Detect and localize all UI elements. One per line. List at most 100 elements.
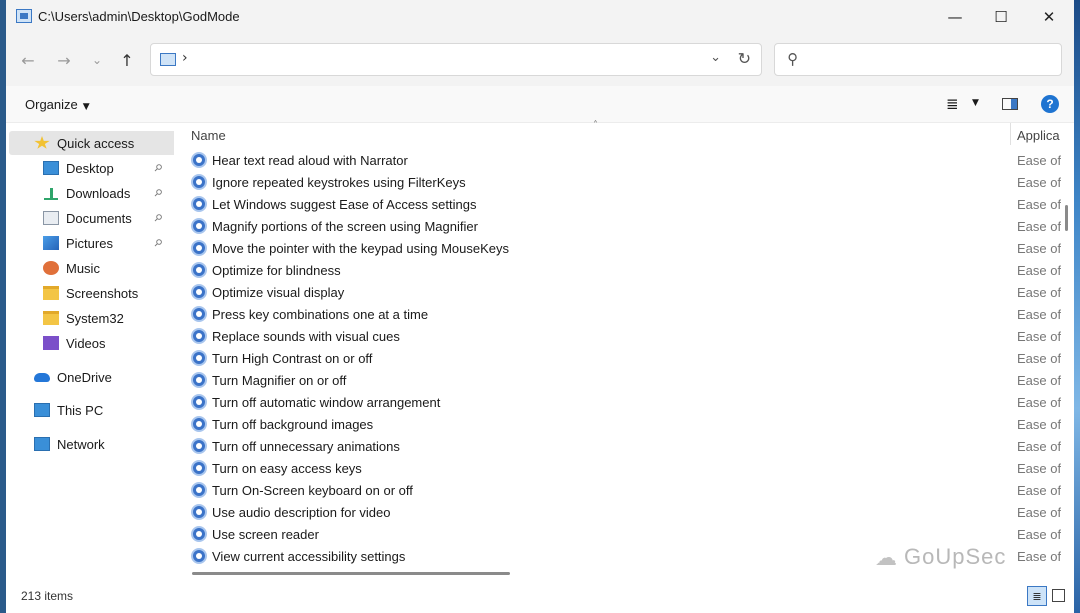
download-icon (43, 186, 59, 200)
row-application: Ease of (1017, 504, 1061, 520)
row-name: Turn Magnifier on or off (212, 372, 347, 388)
sidebar-item-this-pc[interactable]: This PC (34, 398, 170, 422)
vertical-scrollbar-thumb[interactable] (1065, 205, 1068, 231)
pin-icon: ⚲ (151, 211, 165, 225)
table-row[interactable]: Turn off unnecessary animations Ease of (191, 435, 1061, 457)
table-row[interactable]: Turn off automatic window arrangement Eas… (191, 391, 1061, 413)
forward-arrow-icon[interactable]: → (52, 48, 76, 72)
organize-label: Organize (25, 97, 78, 112)
sidebar-item-label: Quick access (57, 135, 135, 151)
large-icons-view-icon[interactable] (1052, 589, 1065, 602)
table-row[interactable]: Turn High Contrast on or off Ease of (191, 347, 1061, 369)
column-header-name[interactable]: Name (191, 128, 226, 143)
status-bar: 213 items ≣ (6, 581, 1074, 613)
control-panel-item-icon (191, 548, 207, 564)
address-bar[interactable]: › ⌄ ↻ (150, 43, 762, 76)
up-arrow-icon[interactable]: ↑ (115, 48, 139, 72)
row-application: Ease of (1017, 152, 1061, 168)
table-row[interactable]: Optimize for blindness Ease of (191, 259, 1061, 281)
table-row[interactable]: Use screen reader Ease of (191, 523, 1061, 545)
control-panel-item-icon (191, 174, 207, 190)
table-row[interactable]: Turn off background images Ease of (191, 413, 1061, 435)
sidebar-item-label: Documents (66, 210, 132, 226)
table-row[interactable]: Turn On-Screen keyboard on or off Ease of (191, 479, 1061, 501)
preview-pane-icon[interactable] (1002, 98, 1018, 110)
table-row[interactable]: Magnify portions of the screen using Mag… (191, 215, 1061, 237)
address-row: ← → ⌄ ↑ › ⌄ ↻ ⚲ (6, 34, 1074, 86)
back-arrow-icon[interactable]: ← (16, 48, 40, 72)
pin-icon: ⚲ (151, 186, 165, 200)
table-row[interactable]: Let Windows suggest Ease of Access setti… (191, 193, 1061, 215)
row-application: Ease of (1017, 240, 1061, 256)
row-application: Ease of (1017, 548, 1061, 564)
minimize-button[interactable]: — (932, 0, 978, 34)
organize-menu-button[interactable]: Organize ▼ (25, 97, 90, 112)
sidebar-item-network[interactable]: Network (34, 432, 170, 456)
control-panel-item-icon (191, 482, 207, 498)
table-row[interactable]: Move the pointer with the keypad using M… (191, 237, 1061, 259)
table-row[interactable]: Turn on easy access keys Ease of (191, 457, 1061, 479)
window-title: C:\Users\admin\Desktop\GodMode (38, 9, 240, 24)
refresh-icon[interactable]: ↻ (738, 49, 751, 68)
sidebar-item-screenshots[interactable]: Screenshots (43, 281, 170, 305)
horizontal-scrollbar-thumb[interactable] (192, 572, 510, 575)
row-name: Replace sounds with visual cues (212, 328, 400, 344)
breadcrumb-chevron-icon[interactable]: › (182, 50, 188, 66)
row-name: Turn High Contrast on or off (212, 350, 373, 366)
sidebar-item-onedrive[interactable]: OneDrive (34, 365, 170, 389)
table-row[interactable]: Optimize visual display Ease of (191, 281, 1061, 303)
sidebar-item-label: Network (57, 436, 105, 452)
row-application: Ease of (1017, 218, 1061, 234)
sidebar-item-label: Videos (66, 335, 106, 351)
row-name: Magnify portions of the screen using Mag… (212, 218, 478, 234)
row-application: Ease of (1017, 460, 1061, 476)
table-row[interactable]: Hear text read aloud with Narrator Ease o… (191, 149, 1061, 171)
sidebar-item-label: Music (66, 260, 100, 276)
sidebar-item-label: Downloads (66, 185, 131, 201)
close-button[interactable]: ✕ (1026, 0, 1072, 34)
music-icon (43, 261, 59, 275)
table-row[interactable]: Ignore repeated keystrokes using FilterK… (191, 171, 1061, 193)
sidebar-item-desktop[interactable]: Desktop ⚲ (43, 156, 170, 180)
sidebar-item-videos[interactable]: Videos (43, 331, 170, 355)
table-row[interactable]: Use audio description for video Ease of (191, 501, 1061, 523)
row-application: Ease of (1017, 262, 1061, 278)
table-row[interactable]: Press key combinations one at a time Ease… (191, 303, 1061, 325)
column-divider[interactable] (1010, 123, 1011, 145)
file-explorer-window: C:\Users\admin\Desktop\GodMode — ☐ ✕ ← →… (6, 0, 1074, 613)
sidebar-item-system32[interactable]: System32 (43, 306, 170, 330)
control-panel-item-icon (191, 328, 207, 344)
change-view-icon[interactable]: ≣ (946, 95, 959, 113)
sidebar-item-quick-access[interactable]: Quick access (9, 131, 195, 155)
control-panel-item-icon (191, 284, 207, 300)
sidebar-item-label: System32 (66, 310, 124, 326)
search-input[interactable]: ⚲ (774, 43, 1062, 76)
row-name: Optimize for blindness (212, 262, 341, 278)
maximize-button[interactable]: ☐ (978, 0, 1024, 34)
column-header-application[interactable]: Applica (1017, 128, 1062, 143)
address-dropdown-icon[interactable]: ⌄ (710, 50, 721, 65)
help-icon[interactable]: ? (1041, 95, 1059, 113)
sidebar-item-music[interactable]: Music (43, 256, 170, 280)
pictures-icon (43, 236, 59, 250)
control-panel-item-icon (191, 526, 207, 542)
table-row[interactable]: Turn Magnifier on or off Ease of (191, 369, 1061, 391)
details-view-icon[interactable]: ≣ (1027, 586, 1047, 606)
row-application: Ease of (1017, 306, 1061, 322)
row-application: Ease of (1017, 284, 1061, 300)
table-row[interactable]: Replace sounds with visual cues Ease of (191, 325, 1061, 347)
star-icon (34, 136, 50, 149)
view-options-caret-icon[interactable]: ▼ (972, 98, 979, 108)
row-name: Turn On-Screen keyboard on or off (212, 482, 413, 498)
folder-icon (43, 286, 59, 300)
watermark-text: GoUpSec (904, 544, 1007, 569)
sidebar-item-pictures[interactable]: Pictures ⚲ (43, 231, 170, 255)
row-name: Turn off unnecessary animations (212, 438, 400, 454)
sidebar-item-downloads[interactable]: Downloads ⚲ (43, 181, 170, 205)
row-application: Ease of (1017, 482, 1061, 498)
row-name: Let Windows suggest Ease of Access setti… (212, 196, 477, 212)
control-panel-item-icon (191, 306, 207, 322)
sidebar-item-documents[interactable]: Documents ⚲ (43, 206, 170, 230)
title-bar[interactable]: C:\Users\admin\Desktop\GodMode — ☐ ✕ (6, 0, 1074, 34)
recent-locations-chevron-icon[interactable]: ⌄ (85, 48, 109, 72)
